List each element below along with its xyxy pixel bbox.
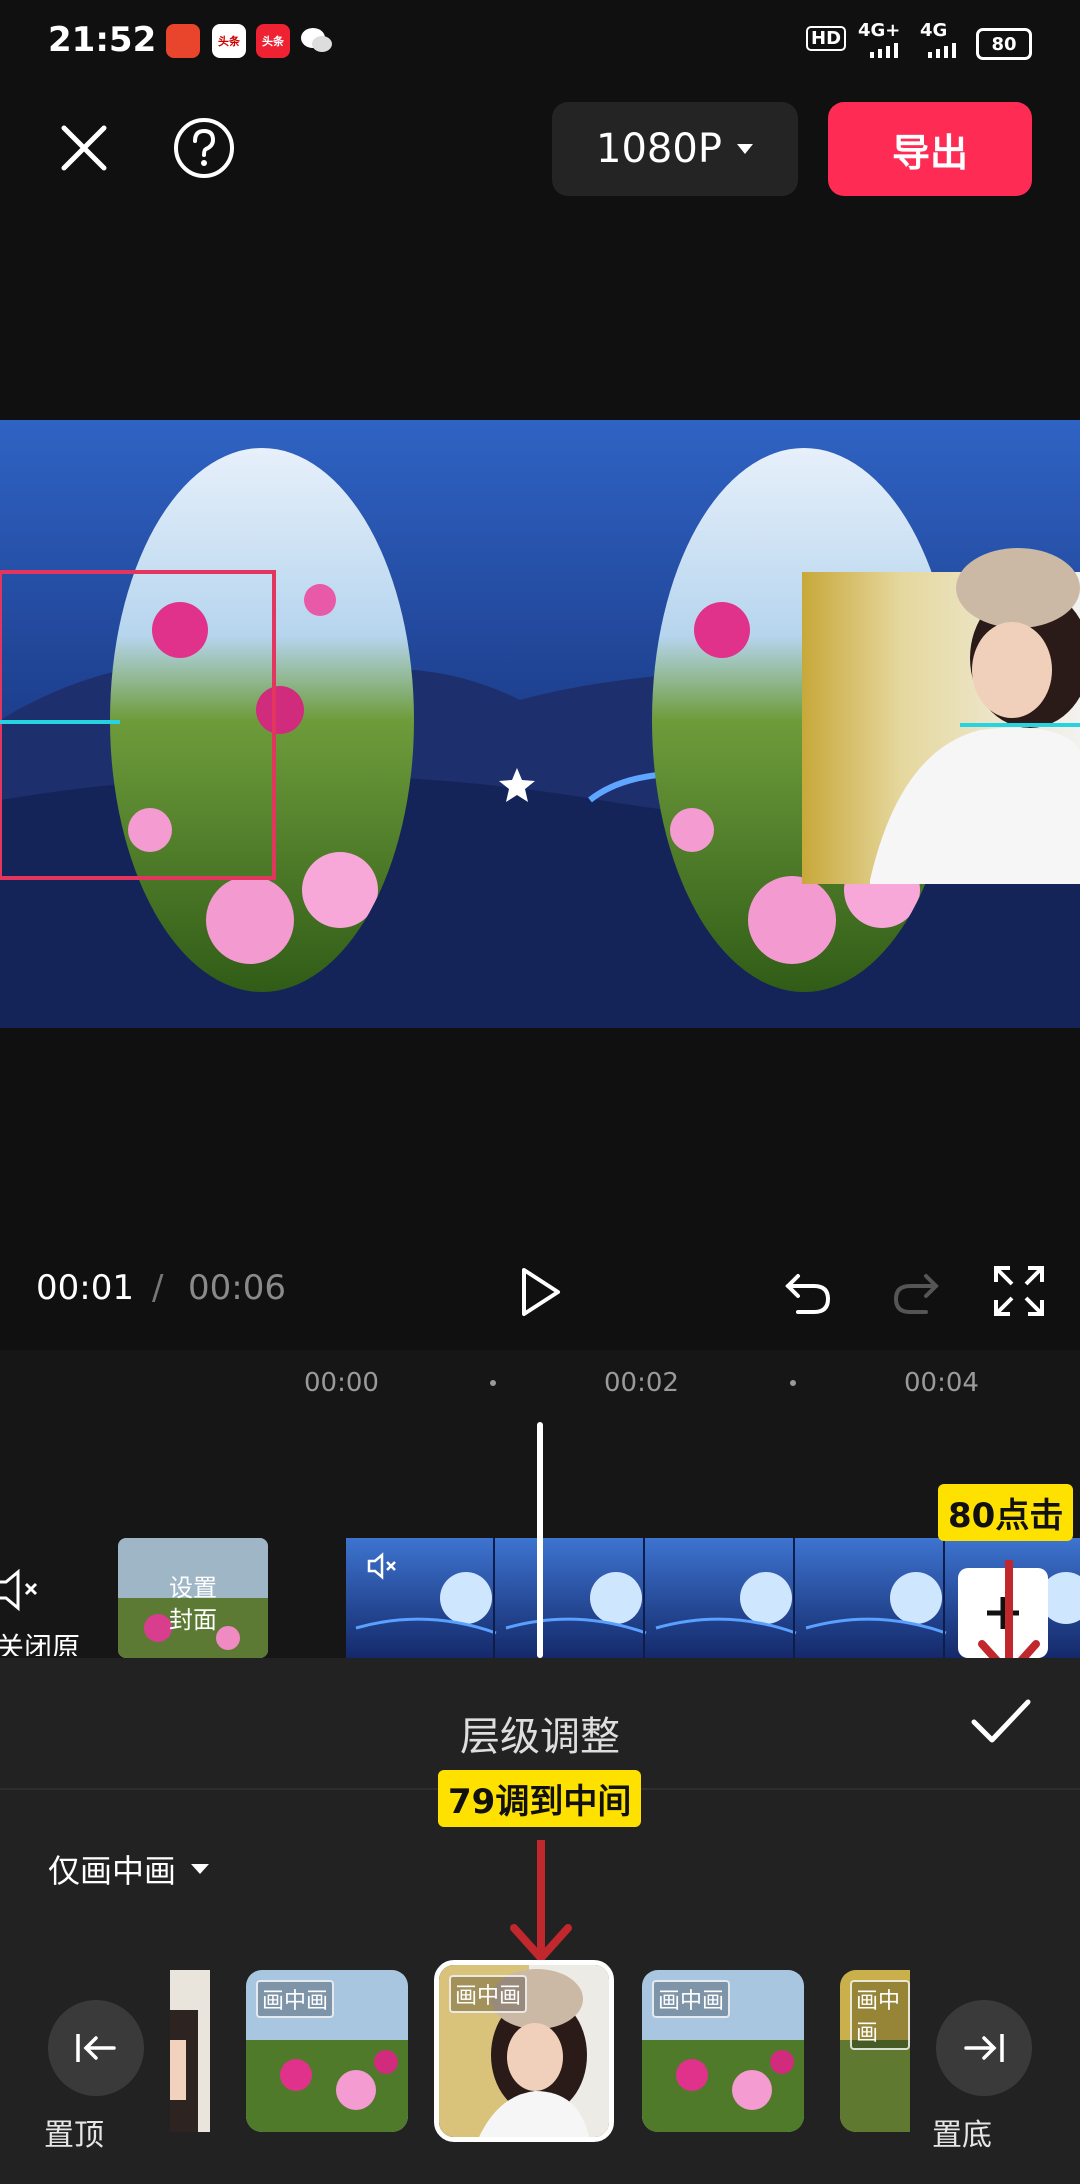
layer-thumb[interactable]: 画中画 xyxy=(246,1970,408,2132)
pip-tag: 画中画 xyxy=(449,1975,528,2013)
toutiao-icon-2: 头条 xyxy=(256,24,290,58)
close-icon xyxy=(61,125,107,171)
playhead[interactable] xyxy=(537,1422,543,1658)
total-time: 00:06 xyxy=(188,1268,286,1308)
send-to-bottom-button[interactable] xyxy=(936,2000,1032,2096)
panel-title: 层级调整 xyxy=(460,1714,620,1760)
filter-label: 仅画中画 xyxy=(48,1852,177,1890)
time-separator: / xyxy=(152,1268,164,1308)
annotation-79: 79调到中间 xyxy=(438,1770,642,1827)
ruler-dot xyxy=(490,1380,496,1386)
bring-to-top-label: 置顶 xyxy=(44,2118,104,2153)
battery-indicator: 80 xyxy=(976,28,1032,60)
resolution-dropdown[interactable]: 1080P xyxy=(552,102,798,196)
play-icon xyxy=(522,1268,560,1316)
redo-button[interactable] xyxy=(886,1262,944,1324)
fullscreen-icon xyxy=(994,1266,1044,1316)
annotation-80: 80点击 xyxy=(938,1484,1074,1541)
caret-down-icon xyxy=(736,144,753,154)
current-time: 00:01 xyxy=(36,1268,134,1308)
ruler-dot xyxy=(790,1380,796,1386)
mute-original-button[interactable] xyxy=(0,1568,46,1616)
pip-tag: 画中画 xyxy=(652,1980,731,2018)
bring-to-top-button[interactable] xyxy=(48,2000,144,2096)
annotation-arrow-down-icon xyxy=(510,1840,572,1964)
undo-icon xyxy=(785,1274,831,1314)
close-button[interactable] xyxy=(46,110,122,186)
caret-down-icon xyxy=(191,1864,210,1874)
arrow-to-start-icon xyxy=(76,2034,116,2062)
status-bar: 21:52 头条 头条 HD 4G+ 4G 80 xyxy=(0,0,1080,84)
hd-badge: HD xyxy=(806,26,847,51)
signal-4g-plus: 4G+ xyxy=(858,20,901,41)
toutiao-icon: 头条 xyxy=(212,24,246,58)
play-button[interactable] xyxy=(510,1262,570,1326)
signal-bars-icon xyxy=(866,42,962,62)
speaker-mute-icon xyxy=(0,1568,38,1612)
confirm-button[interactable] xyxy=(968,1696,1034,1750)
ruler-tick: 00:04 xyxy=(904,1368,979,1398)
status-time: 21:52 xyxy=(48,20,157,60)
layer-thumb-partial[interactable]: 画中画 xyxy=(840,1970,910,2132)
cover-label-line1: 设置 xyxy=(169,1574,217,1602)
help-button[interactable] xyxy=(166,110,242,186)
undo-button[interactable] xyxy=(780,1262,838,1324)
app-notification-icon xyxy=(166,24,200,58)
checkmark-icon xyxy=(971,1699,1031,1743)
send-to-bottom-label: 置底 xyxy=(932,2118,992,2153)
video-preview[interactable] xyxy=(0,420,1080,1028)
help-icon xyxy=(174,118,234,178)
pip-tag: 画中画 xyxy=(256,1980,335,2018)
clip-muted-icon xyxy=(367,1552,396,1580)
layer-thumb-partial[interactable] xyxy=(170,1970,210,2132)
layer-thumb[interactable]: 画中画 xyxy=(642,1970,804,2132)
set-cover-button[interactable]: 设置 封面 xyxy=(118,1538,268,1658)
signal-4g: 4G xyxy=(920,20,948,41)
layer-thumb-selected[interactable]: 画中画 xyxy=(434,1960,614,2142)
redo-icon xyxy=(893,1274,939,1314)
ruler-tick: 00:00 xyxy=(304,1368,379,1398)
ruler-tick: 00:02 xyxy=(604,1368,679,1398)
resolution-label: 1080P xyxy=(596,126,722,172)
filter-dropdown[interactable]: 仅画中画 xyxy=(48,1846,210,1892)
export-button[interactable]: 导出 xyxy=(828,102,1032,196)
cover-label-line2: 封面 xyxy=(169,1606,217,1634)
wechat-icon xyxy=(300,24,334,58)
pip-tag: 画中画 xyxy=(850,1980,910,2050)
mute-original-label: 关闭原声 xyxy=(0,1631,80,1656)
fullscreen-button[interactable] xyxy=(990,1262,1048,1324)
arrow-to-end-icon xyxy=(964,2034,1004,2062)
